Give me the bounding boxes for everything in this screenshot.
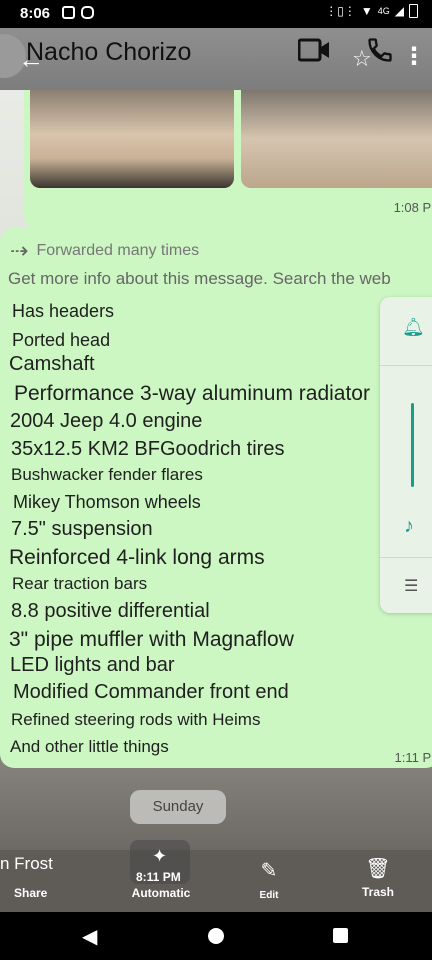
gallery-notification-icon	[62, 6, 75, 19]
recents-nav-icon[interactable]	[333, 928, 348, 943]
message-line: 3" pipe muffler with Magnaflow	[9, 628, 294, 651]
message-photo[interactable]	[30, 90, 234, 188]
message-line: And other little things	[10, 737, 169, 756]
status-time: 8:06	[20, 5, 51, 22]
search-web-link[interactable]: Get more info about this message. Search…	[8, 269, 391, 289]
message-line: Bushwacker fender flares	[11, 465, 203, 484]
back-nav-icon[interactable]: ◀	[82, 924, 97, 949]
message-line: 2004 Jeep 4.0 engine	[10, 410, 203, 432]
overlay-time: 8:11 PM	[136, 870, 181, 884]
message-line: Rear traction bars	[12, 574, 148, 593]
message-line: Has headers	[12, 301, 115, 321]
message-line: Modified Commander front end	[13, 681, 289, 703]
automatic-button[interactable]: Automatic	[128, 886, 194, 900]
home-nav-icon[interactable]	[208, 928, 224, 944]
more-vert-icon[interactable]: ⋮	[402, 42, 426, 71]
message-line: 7.5" suspension	[11, 518, 153, 540]
message-photo[interactable]	[241, 90, 432, 188]
message-line: 35x12.5 KM2 BFGoodrich tires	[11, 438, 285, 460]
signal-icon: ◢	[394, 4, 404, 18]
message-line: Performance 3-way aluminum radiator	[14, 382, 370, 405]
video-call-icon[interactable]	[297, 38, 330, 67]
message-line: Mikey Thomson wheels	[13, 492, 201, 512]
chat-area[interactable]: 1:08 PM ⇢ Forwarded many times Get more …	[0, 90, 432, 850]
battery-icon	[409, 4, 418, 18]
instagram-notification-icon	[81, 6, 94, 19]
media-toolbar: n Frost 8:11 PM ✦ Share Automatic ✎ Edit…	[0, 836, 432, 912]
image-message-bubble[interactable]: 1:08 PM	[24, 90, 432, 230]
tune-icon[interactable]: ☰	[404, 576, 418, 596]
bell-icon[interactable]: 🔔︎	[402, 317, 425, 338]
network-type: 4G	[377, 6, 390, 16]
navigation-bar: ◀	[0, 912, 432, 960]
sparkle-icon: ✦	[152, 846, 168, 866]
chat-header: ← Nacho Chorizo ☆ ⋮	[0, 28, 432, 90]
volume-slider[interactable]	[411, 403, 414, 487]
message-line: Reinforced 4-link long arms	[9, 546, 265, 569]
message-time: 1:08 PM	[393, 200, 432, 215]
message-line: Refined steering rods with Heims	[11, 710, 261, 729]
forwarded-label: ⇢ Forwarded many times	[10, 238, 200, 263]
message-line: Ported head	[12, 330, 111, 350]
music-note-icon: ♪	[404, 515, 414, 537]
vibrate-icon: ⋮▯⋮	[325, 4, 356, 18]
message-line: LED lights and bar	[10, 654, 175, 676]
forwarded-message-bubble[interactable]: ⇢ Forwarded many times Get more info abo…	[0, 228, 432, 768]
message-line: 8.8 positive differential	[11, 600, 210, 622]
star-icon[interactable]: ☆	[352, 46, 372, 72]
frost-text: n Frost	[0, 854, 53, 873]
time-overlay: 8:11 PM ✦	[130, 840, 190, 884]
message-time: 1:11 PM	[394, 750, 432, 765]
edit-button[interactable]: ✎ Edit	[252, 858, 286, 901]
forward-icon: ⇢	[10, 238, 29, 263]
message-line: Camshaft	[9, 353, 95, 375]
wifi-icon: ▼	[360, 4, 373, 18]
status-bar: 8:06 ⋮▯⋮ ▼ 4G ◢	[0, 0, 432, 28]
trash-icon: 🗑︎	[365, 858, 391, 880]
contact-name[interactable]: Nacho Chorizo	[26, 38, 191, 67]
volume-panel[interactable]: 🔔︎ ♪ ☰	[380, 297, 432, 613]
trash-button[interactable]: 🗑︎ Trash	[358, 856, 398, 899]
day-separator: Sunday	[130, 790, 226, 824]
pencil-icon: ✎	[260, 860, 278, 882]
